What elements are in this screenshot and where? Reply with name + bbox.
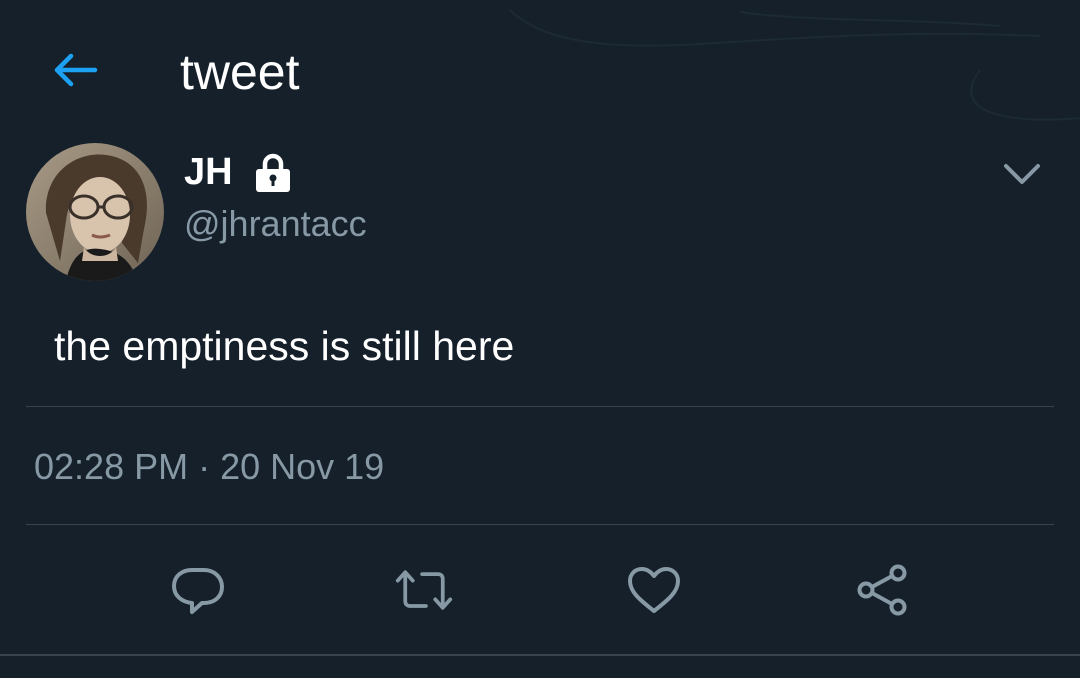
retweet-button[interactable] <box>394 560 454 620</box>
divider <box>26 406 1054 407</box>
share-button[interactable] <box>852 560 912 620</box>
author-handle[interactable]: @jhrantacc <box>184 202 367 246</box>
retweet-icon <box>395 570 453 610</box>
chevron-down-icon <box>1004 164 1040 184</box>
avatar-photo <box>26 143 164 281</box>
divider <box>0 654 1080 656</box>
like-button[interactable] <box>624 560 684 620</box>
tweet-detail-screen: tweet JH @jhrantacc the emptiness is sti… <box>0 0 1080 678</box>
more-options-button[interactable] <box>996 152 1048 196</box>
tweet-timestamp: 02:28 PM · 20 Nov 19 <box>34 446 385 487</box>
author-name: JH <box>184 151 233 193</box>
avatar[interactable] <box>26 143 164 281</box>
author-name-row[interactable]: JH <box>184 150 293 194</box>
heart-icon <box>628 567 680 613</box>
tweet-text: the emptiness is still here <box>54 323 515 369</box>
lock-icon <box>255 153 290 192</box>
background-scribble <box>509 9 1080 121</box>
reply-icon <box>172 568 224 614</box>
divider <box>26 524 1054 525</box>
back-button[interactable] <box>44 46 104 94</box>
arrow-left-icon <box>54 53 98 87</box>
page-title: tweet <box>180 44 300 100</box>
share-icon <box>857 564 907 616</box>
reply-button[interactable] <box>168 560 228 620</box>
